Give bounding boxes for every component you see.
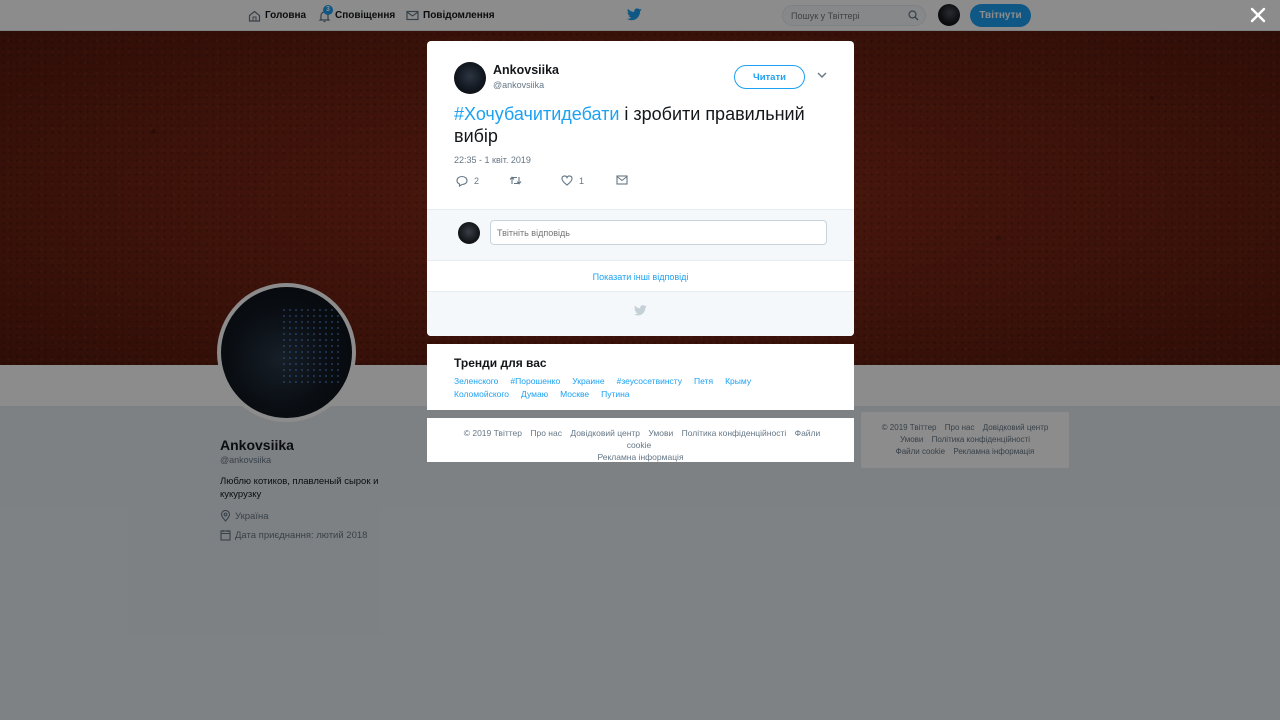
- footer-ads-info[interactable]: Рекламна інформація: [597, 452, 683, 462]
- reply-composer: [427, 209, 854, 261]
- retweet-icon: [509, 176, 522, 185]
- chevron-down-icon[interactable]: [817, 72, 827, 79]
- trend-item[interactable]: Думаю: [521, 388, 548, 401]
- tweet-text: #Хочубачитидебати і зробити правильний в…: [454, 103, 834, 147]
- footer-about[interactable]: Про нас: [530, 428, 562, 438]
- footer-terms[interactable]: Умови: [648, 428, 673, 438]
- show-more-replies-link[interactable]: Показати інші відповіді: [427, 262, 854, 292]
- modal-footer-area: [427, 292, 854, 336]
- tweet-author-name[interactable]: Ankovsiika: [493, 63, 559, 77]
- tweet-modal: Ankovsiika @ankovsiika Читати #Хочубачит…: [427, 41, 854, 336]
- message-action[interactable]: [616, 175, 634, 185]
- tweet-hashtag[interactable]: #Хочубачитидебати: [454, 104, 619, 124]
- trend-item[interactable]: Коломойского: [454, 388, 509, 401]
- trend-item[interactable]: Петя: [694, 375, 713, 388]
- like-count: 1: [579, 175, 585, 186]
- trends-panel: Тренди для вас Зеленского #Порошенко Укр…: [427, 344, 854, 410]
- tweet-timestamp[interactable]: 22:35 - 1 квіт. 2019: [454, 155, 531, 165]
- reply-input[interactable]: [490, 220, 827, 245]
- tweet-author-handle[interactable]: @ankovsiika: [493, 80, 544, 90]
- footer-copyright: © 2019 Твіттер: [463, 428, 522, 438]
- reply-action[interactable]: 2: [456, 175, 479, 187]
- heart-icon: [561, 175, 573, 186]
- trend-item[interactable]: #зеусосетвинсту: [617, 375, 682, 388]
- like-action[interactable]: 1: [561, 175, 584, 186]
- trend-item[interactable]: Путина: [601, 388, 629, 401]
- reply-avatar: [458, 222, 480, 244]
- tweet-author-avatar[interactable]: [454, 62, 486, 94]
- footer-help[interactable]: Довідковий центр: [570, 428, 640, 438]
- follow-button[interactable]: Читати: [734, 65, 805, 89]
- trend-item[interactable]: Украине: [572, 375, 604, 388]
- twitter-bird-icon: [634, 305, 647, 316]
- trend-list: Зеленского #Порошенко Украине #зеусосетв…: [454, 375, 814, 401]
- trend-item[interactable]: #Порошенко: [510, 375, 560, 388]
- trend-item[interactable]: Москве: [560, 388, 589, 401]
- trend-item[interactable]: Зеленского: [454, 375, 498, 388]
- reply-icon: [456, 175, 468, 187]
- footer-privacy[interactable]: Політика конфіденційності: [682, 428, 787, 438]
- retweet-action[interactable]: [509, 175, 528, 186]
- trends-title: Тренди для вас: [454, 356, 547, 370]
- trend-item[interactable]: Крыму: [725, 375, 751, 388]
- reply-count: 2: [474, 176, 480, 186]
- close-icon[interactable]: [1249, 6, 1267, 24]
- envelope-icon: [616, 175, 628, 185]
- footer-links: © 2019 Твіттер Про нас Довідковий центр …: [427, 418, 854, 462]
